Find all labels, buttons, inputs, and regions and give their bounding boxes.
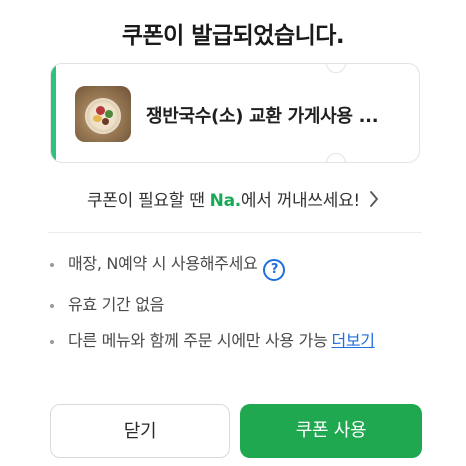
coupon-name: 쟁반국수(소) 교환 가게사용 ...	[146, 106, 379, 127]
more-link[interactable]: 더보기	[331, 331, 375, 350]
na-brand-text: Na.	[209, 191, 242, 211]
note-text: 매장, N예약 시 사용해주세요	[68, 254, 258, 273]
question-icon[interactable]: ?	[263, 259, 286, 281]
note-item: 매장, N예약 시 사용해주세요?	[50, 252, 430, 281]
coupon-notch-top	[326, 64, 346, 73]
usage-notes: 매장, N예약 시 사용해주세요? 유효 기간 없음 다른 메뉴와 함께 주문 …	[50, 252, 430, 365]
coupon-card[interactable]: 쟁반국수(소) 교환 가게사용 ...	[50, 63, 420, 163]
tip-prefix: 쿠폰이 필요할 땐	[86, 191, 210, 211]
coupon-notch-bottom	[326, 153, 346, 162]
chevron-right-icon	[369, 191, 379, 212]
coupon-issued-dialog: 쿠폰이 발급되었습니다. 쟁반국수(소) 교환 가게사용 ... 쿠폰이 필요할…	[0, 0, 466, 466]
bullet-dot	[50, 304, 54, 308]
bullet-dot	[50, 340, 54, 344]
dialog-title: 쿠폰이 발급되었습니다.	[121, 23, 345, 49]
divider	[48, 232, 422, 233]
note-text: 다른 메뉴와 함께 주문 시에만 사용 가능	[68, 331, 328, 350]
bullet-dot	[50, 263, 54, 267]
coupon-accent-bar	[51, 64, 56, 162]
use-coupon-button[interactable]: 쿠폰 사용	[240, 404, 422, 458]
tip-suffix: 에서 꺼내쓰세요!	[240, 191, 360, 211]
note-text: 유효 기간 없음	[68, 295, 165, 314]
note-item: 다른 메뉴와 함께 주문 시에만 사용 가능 더보기	[50, 329, 430, 353]
na-wallet-link[interactable]: 쿠폰이 필요할 땐 Na.에서 꺼내쓰세요!	[0, 186, 466, 212]
note-item: 유효 기간 없음	[50, 293, 430, 317]
close-button[interactable]: 닫기	[50, 404, 230, 458]
coupon-food-image	[75, 86, 131, 142]
